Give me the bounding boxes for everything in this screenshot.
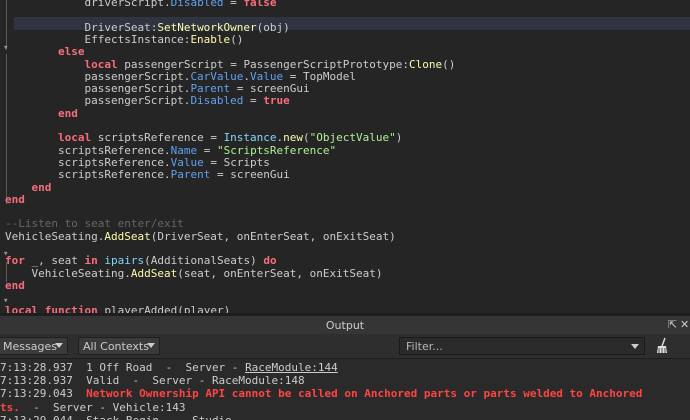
contexts-filter-label: All Contexts: [83, 340, 149, 353]
log-message: Network Ownership API cannot be called o…: [86, 387, 643, 401]
log-timestamp: ts.: [0, 400, 20, 414]
log-timestamp: 7:13:28.937: [0, 374, 73, 388]
code-line[interactable]: driverScript.Disabled = false: [5, 0, 276, 9]
code-line[interactable]: local passengerScript = PassengerScriptP…: [5, 58, 455, 71]
log-message: Stack Begin - Studio: [86, 414, 232, 420]
code-line[interactable]: for _, seat in ipairs(AdditionalSeats) d…: [5, 255, 277, 267]
filter-input[interactable]: Filter...: [399, 337, 645, 355]
code-line[interactable]: VehicleSeating.AddSeat(DriverSeat, onEnt…: [5, 230, 396, 243]
log-timestamp: 7:13:28.937: [0, 361, 73, 374]
log-message: - Server - Vehicle:143: [19, 400, 186, 414]
chevron-down-icon: [147, 343, 155, 348]
chevron-down-icon: [55, 343, 63, 348]
script-editor[interactable]: ▾ ▾ ▾ driverScript.Disabled = false Driv…: [0, 0, 690, 313]
code-line[interactable]: passengerScript.Parent = screenGui: [5, 83, 309, 95]
code-line[interactable]: end: [5, 193, 25, 206]
code-line[interactable]: end: [5, 279, 25, 292]
log-timestamp: 7:13:29.043: [0, 387, 73, 401]
code-line[interactable]: local scriptsReference = Instance.new("O…: [5, 132, 402, 144]
code-line[interactable]: end: [5, 107, 78, 120]
code-line[interactable]: VehicleSeating.AddSeat(seat, onEnterSeat…: [5, 267, 382, 280]
code-line[interactable]: local function playerAdded(player): [5, 304, 230, 313]
contexts-filter-dropdown[interactable]: All Contexts: [78, 337, 160, 355]
code-line[interactable]: scriptsReference.Name = "ScriptsReferenc…: [5, 144, 336, 157]
log-row: 7:13:28.937 1 Off Road - Server - RaceMo…: [0, 361, 338, 374]
messages-filter-dropdown[interactable]: Messages: [0, 337, 68, 355]
close-icon[interactable]: ✕: [680, 318, 689, 331]
code-line[interactable]: EffectsInstance:Enable(): [5, 33, 243, 46]
code-line[interactable]: scriptsReference.Value = Scripts: [5, 156, 270, 169]
log-message: Valid - Server - RaceModule:148: [86, 374, 305, 388]
code-line[interactable]: passengerScript.CarValue.Value = TopMode…: [5, 70, 356, 83]
output-toolbar: Messages All Contexts Filter...: [0, 334, 690, 359]
pop-out-icon[interactable]: ⇱: [668, 318, 677, 331]
filter-placeholder: Filter...: [406, 340, 443, 353]
log-row: 7:13:29.043 Network Ownership API cannot…: [0, 387, 642, 400]
output-log[interactable]: 7:13:28.937 1 Off Road - Server - RaceMo…: [0, 359, 690, 420]
log-timestamp: 7:13:29.044: [0, 414, 73, 420]
messages-filter-label: Messages: [3, 340, 57, 353]
code-line[interactable]: else: [5, 46, 85, 58]
log-scrollbar[interactable]: [678, 359, 690, 420]
clear-broom-icon[interactable]: [653, 337, 671, 355]
code-line[interactable]: passengerScript.Disabled = true: [5, 95, 289, 107]
output-title: Output: [325, 319, 365, 332]
code-line[interactable]: scriptsReference.Parent = screenGui: [5, 169, 290, 181]
log-row: 7:13:28.937 Valid - Server - RaceModule:…: [0, 374, 305, 387]
code-line[interactable]: DriverSeat:SetNetworkOwner(obj): [5, 21, 289, 34]
log-row: 7:13:29.044 Stack Begin - Studio: [0, 414, 232, 420]
chevron-down-icon[interactable]: [631, 344, 639, 349]
log-row: ts. - Server - Vehicle:143: [0, 401, 185, 414]
log-message: 1 Off Road - Server -: [86, 361, 246, 374]
log-source-link[interactable]: RaceModule:144: [245, 361, 338, 374]
code-line[interactable]: end: [5, 181, 52, 194]
output-titlebar: Output ⇱ ✕: [0, 316, 690, 334]
code-line[interactable]: --Listen to seat enter/exit: [5, 218, 184, 230]
